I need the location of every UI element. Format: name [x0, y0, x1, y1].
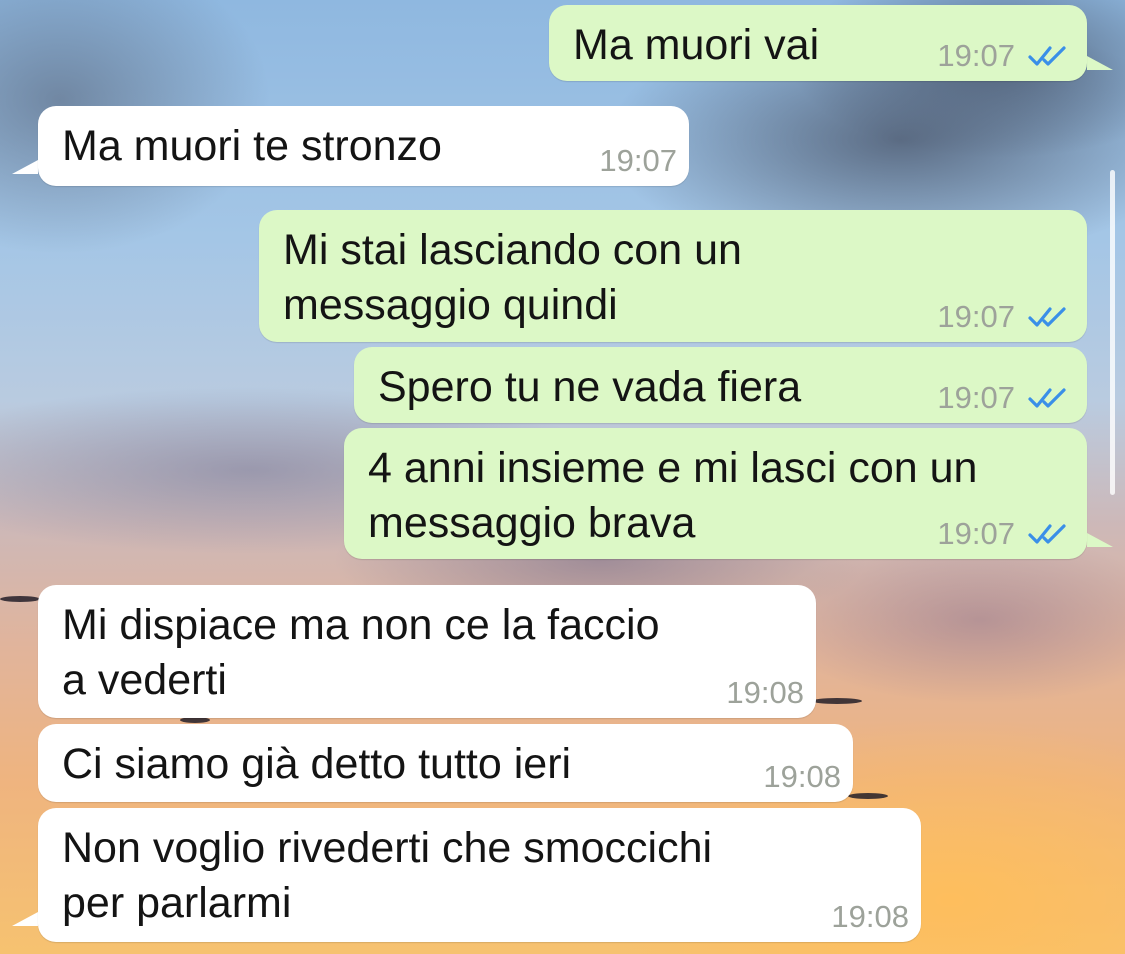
- read-receipt-double-check-icon: [1028, 307, 1066, 327]
- message-text: Ma muori te stronzo: [62, 122, 442, 170]
- bubble-tail: [1087, 56, 1113, 70]
- message-text: Spero tu ne vada fiera: [378, 363, 802, 411]
- message-timestamp: 19:07: [937, 516, 1015, 551]
- message-timestamp: 19:08: [831, 899, 909, 934]
- message-bubble-incoming[interactable]: Ma muori te stronzo 19:07: [38, 106, 689, 186]
- message-bubble-outgoing[interactable]: Spero tu ne vada fiera 19:07: [354, 347, 1087, 423]
- bubble-tail: [12, 912, 38, 926]
- read-receipt-double-check-icon: [1028, 388, 1066, 408]
- message-timestamp: 19:07: [937, 299, 1015, 334]
- chat-scrollbar[interactable]: [1110, 170, 1115, 495]
- bird-silhouette: [848, 793, 888, 799]
- message-timestamp: 19:08: [763, 759, 841, 794]
- message-bubble-outgoing[interactable]: Mi stai lasciando con un messaggio quind…: [259, 210, 1087, 342]
- bubble-tail: [1087, 533, 1113, 547]
- message-timestamp: 19:07: [599, 143, 677, 178]
- message-bubble-incoming[interactable]: Ci siamo già detto tutto ieri 19:08: [38, 724, 853, 802]
- message-bubble-incoming[interactable]: Mi dispiace ma non ce la faccio a vedert…: [38, 585, 816, 718]
- message-timestamp: 19:07: [937, 380, 1015, 415]
- message-bubble-outgoing[interactable]: Ma muori vai 19:07: [549, 5, 1087, 81]
- read-receipt-double-check-icon: [1028, 524, 1066, 544]
- bubble-tail: [12, 160, 38, 174]
- message-timestamp: 19:08: [726, 675, 804, 710]
- bird-silhouette: [0, 596, 40, 602]
- message-text: Non voglio rivederti che smoccichi per p…: [62, 824, 713, 927]
- bird-silhouette: [812, 698, 862, 704]
- message-bubble-outgoing[interactable]: 4 anni insieme e mi lasci con un messagg…: [344, 428, 1087, 559]
- message-timestamp: 19:07: [937, 38, 1015, 73]
- message-text: Ma muori vai: [573, 21, 820, 69]
- read-receipt-double-check-icon: [1028, 46, 1066, 66]
- message-text: Ci siamo già detto tutto ieri: [62, 740, 572, 788]
- message-text: Mi stai lasciando con un messaggio quind…: [283, 226, 742, 329]
- message-text: Mi dispiace ma non ce la faccio a vedert…: [62, 601, 660, 704]
- message-bubble-incoming[interactable]: Non voglio rivederti che smoccichi per p…: [38, 808, 921, 942]
- message-text: 4 anni insieme e mi lasci con un messagg…: [368, 444, 978, 547]
